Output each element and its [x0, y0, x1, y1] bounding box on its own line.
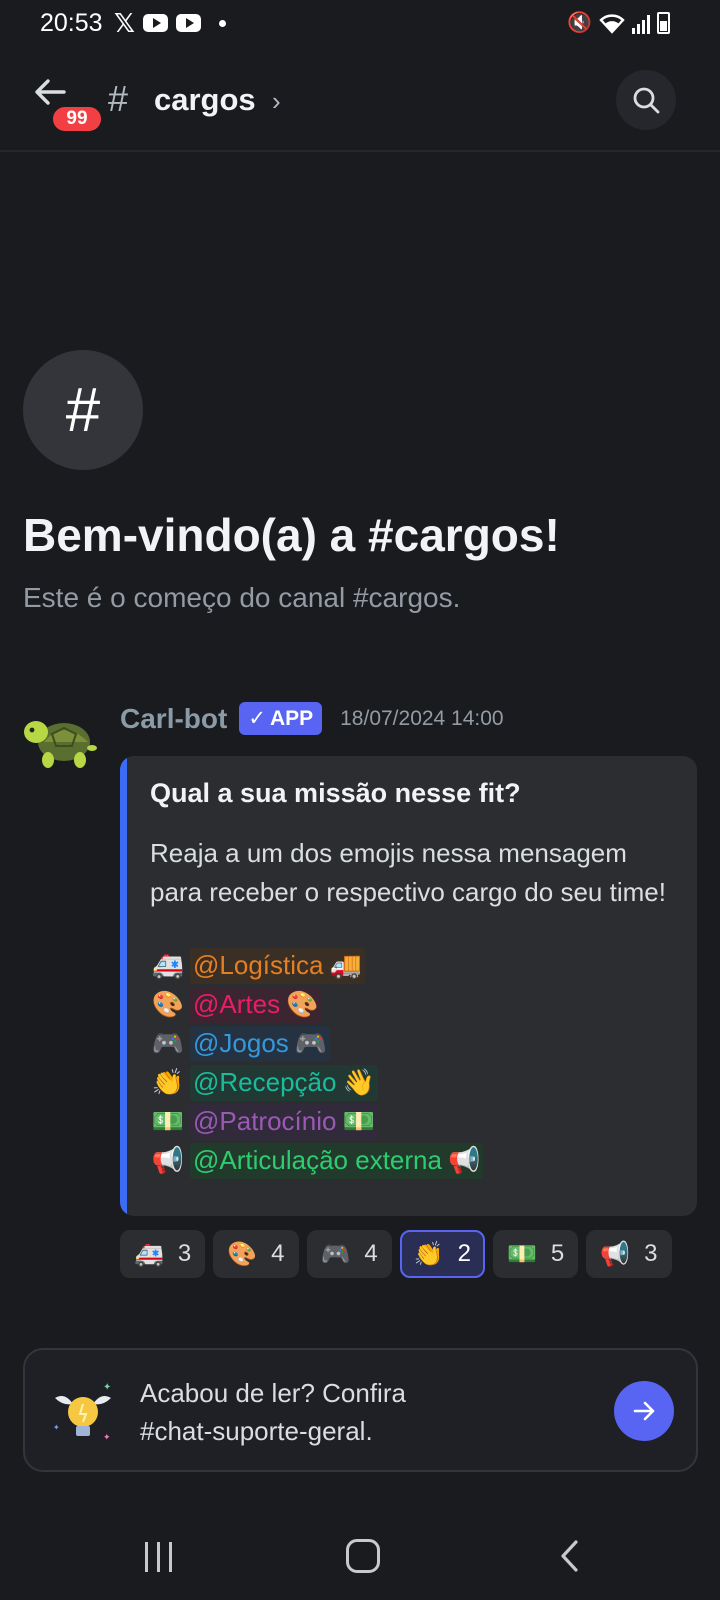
channel-title[interactable]: cargos — [154, 82, 256, 118]
role-mention[interactable]: @Articulação externa 📢 — [190, 1142, 484, 1179]
reaction-count: 3 — [644, 1240, 658, 1267]
role-emoji: 📢 — [151, 1145, 185, 1175]
reaction-emoji: 💵 — [507, 1240, 537, 1268]
role-emoji: 🎮 — [151, 1028, 185, 1058]
role-trail-emoji: 📢 — [447, 1145, 481, 1175]
role-mention[interactable]: @Logística 🚚 — [190, 947, 365, 984]
wifi-icon — [599, 12, 625, 34]
system-nav-bar — [0, 1520, 720, 1600]
reaction-button[interactable]: 👏 2 — [399, 1230, 485, 1278]
reactions-bar: 🚑 3 🎨 4 🎮 4 👏 2 💵 5 📢 3 — [120, 1230, 672, 1278]
role-trail-emoji: 💵 — [342, 1106, 375, 1136]
reaction-button[interactable]: 📢 3 — [586, 1230, 672, 1278]
mute-icon: 🔇 — [567, 12, 592, 34]
app-tag: ✓ APP — [239, 702, 323, 735]
screen: 20:53 𝕏 🔇 99 # cargos › # Bem-vindo(a) a… — [0, 0, 720, 1600]
role-line: 🎨 @Artes 🎨 — [146, 985, 483, 1024]
search-icon — [633, 87, 660, 114]
reaction-count: 3 — [177, 1240, 192, 1267]
role-emoji: 💵 — [151, 1106, 185, 1136]
role-emoji: 👏 — [151, 1067, 185, 1097]
role-mention-label: @Jogos — [193, 1028, 289, 1058]
reaction-emoji: 🎨 — [227, 1240, 258, 1268]
youtube-icon — [142, 14, 168, 32]
author-name[interactable]: Carl-bot — [120, 703, 227, 735]
role-line: 💵 @Patrocínio 💵 — [146, 1102, 483, 1141]
role-mention[interactable]: @Patrocínio 💵 — [190, 1103, 378, 1140]
svg-text:✦: ✦ — [103, 1382, 111, 1393]
x-icon: 𝕏 — [114, 8, 135, 38]
role-line: 🎮 @Jogos 🎮 — [146, 1024, 483, 1063]
go-to-channel-button[interactable] — [614, 1381, 674, 1441]
role-mention-label: @Artes — [193, 989, 281, 1019]
chevron-left-icon — [561, 1540, 578, 1572]
reaction-count: 4 — [364, 1240, 378, 1267]
reaction-count: 2 — [457, 1240, 471, 1267]
message-header: Carl-bot ✓ APP 18/07/2024 14:00 — [120, 702, 504, 735]
role-list: 🚑 @Logística 🚚 🎨 @Artes 🎨 🎮 @Jogos 🎮 👏 @Recepção 👋 💵… — [146, 946, 484, 1180]
home-button[interactable] — [346, 1539, 380, 1573]
status-time: 20:53 — [40, 9, 103, 37]
embed-description: Reaja a um dos emojis nessa mensagem par… — [150, 838, 666, 907]
chevron-right-icon[interactable]: › — [272, 86, 281, 117]
check-icon: ✓ — [248, 707, 266, 730]
channel-hash-icon: # — [108, 78, 129, 119]
reaction-count: 4 — [271, 1240, 285, 1267]
role-emoji: 🚑 — [151, 950, 185, 980]
battery-icon — [657, 12, 670, 34]
svg-text:✦: ✦ — [53, 1423, 60, 1432]
unread-badge: 99 — [50, 104, 104, 134]
arrow-right-icon — [633, 1401, 655, 1421]
next-channel-line2: #chat-suporte-geral. — [140, 1416, 373, 1446]
status-right-icons: 🔇 — [567, 12, 670, 34]
role-trail-emoji: 🎮 — [294, 1028, 328, 1058]
role-mention-label: @Patrocínio — [193, 1106, 337, 1136]
role-mention[interactable]: @Artes 🎨 — [190, 986, 322, 1023]
reaction-emoji: 🚑 — [134, 1240, 164, 1268]
signal-icon — [632, 14, 650, 34]
role-trail-emoji: 🎨 — [286, 989, 319, 1019]
channel-header: 99 # cargos › — [0, 48, 720, 152]
app-tag-label: APP — [269, 706, 314, 730]
search-button[interactable] — [616, 70, 676, 130]
reaction-emoji: 👏 — [413, 1240, 444, 1268]
system-back-button[interactable] — [552, 1538, 588, 1574]
status-left-icons: 𝕏 — [114, 10, 226, 36]
reaction-emoji: 📢 — [600, 1240, 631, 1268]
reaction-button[interactable]: 💵 5 — [493, 1230, 579, 1278]
role-trail-emoji: 🚚 — [329, 950, 362, 980]
status-bar: 20:53 𝕏 🔇 — [0, 0, 720, 48]
reaction-count: 5 — [550, 1240, 565, 1267]
youtube-icon — [175, 14, 201, 32]
message-timestamp: 18/07/2024 14:00 — [340, 706, 504, 730]
role-mention[interactable]: @Jogos 🎮 — [190, 1025, 331, 1062]
role-mention-label: @Recepção — [193, 1067, 337, 1097]
reaction-emoji: 🎮 — [320, 1240, 351, 1268]
role-line: 📢 @Articulação externa 📢 — [146, 1141, 484, 1180]
reaction-button[interactable]: 🎮 4 — [306, 1230, 392, 1278]
reaction-button[interactable]: 🎨 4 — [213, 1230, 299, 1278]
role-mention[interactable]: @Recepção 👋 — [190, 1064, 378, 1101]
role-mention-label: @Logística — [193, 950, 324, 980]
winged-lightbulb-icon: ✦ ✦ ✦ — [47, 1378, 119, 1450]
welcome-subtitle: Este é o começo do canal #cargos. — [23, 582, 461, 613]
reaction-button[interactable]: 🚑 3 — [120, 1230, 206, 1278]
next-channel-text: Acabou de ler? Confira #chat-suporte-ger… — [140, 1374, 406, 1450]
embed-title: Qual a sua missão nesse fit? — [150, 778, 521, 808]
dot-icon — [218, 19, 226, 27]
role-emoji: 🎨 — [151, 989, 185, 1019]
role-trail-emoji: 👋 — [342, 1067, 375, 1097]
role-mention-label: @Articulação externa — [193, 1145, 442, 1175]
next-channel-line1: Acabou de ler? Confira — [140, 1378, 406, 1408]
channel-hash-avatar: # — [23, 350, 143, 470]
role-line: 🚑 @Logística 🚚 — [146, 946, 483, 985]
next-channel-card[interactable]: ✦ ✦ ✦ Acabou de ler? Confira #chat-supor… — [23, 1348, 698, 1472]
embed-accent-bar — [120, 756, 127, 1216]
recent-apps-button[interactable] — [145, 1542, 172, 1572]
turtle-avatar[interactable] — [22, 708, 98, 772]
svg-text:✦: ✦ — [103, 1433, 111, 1443]
role-line: 👏 @Recepção 👋 — [146, 1063, 483, 1102]
message-embed: Qual a sua missão nesse fit? Reaja a um … — [120, 756, 697, 1216]
welcome-title: Bem-vindo(a) a #cargos! — [23, 509, 560, 561]
